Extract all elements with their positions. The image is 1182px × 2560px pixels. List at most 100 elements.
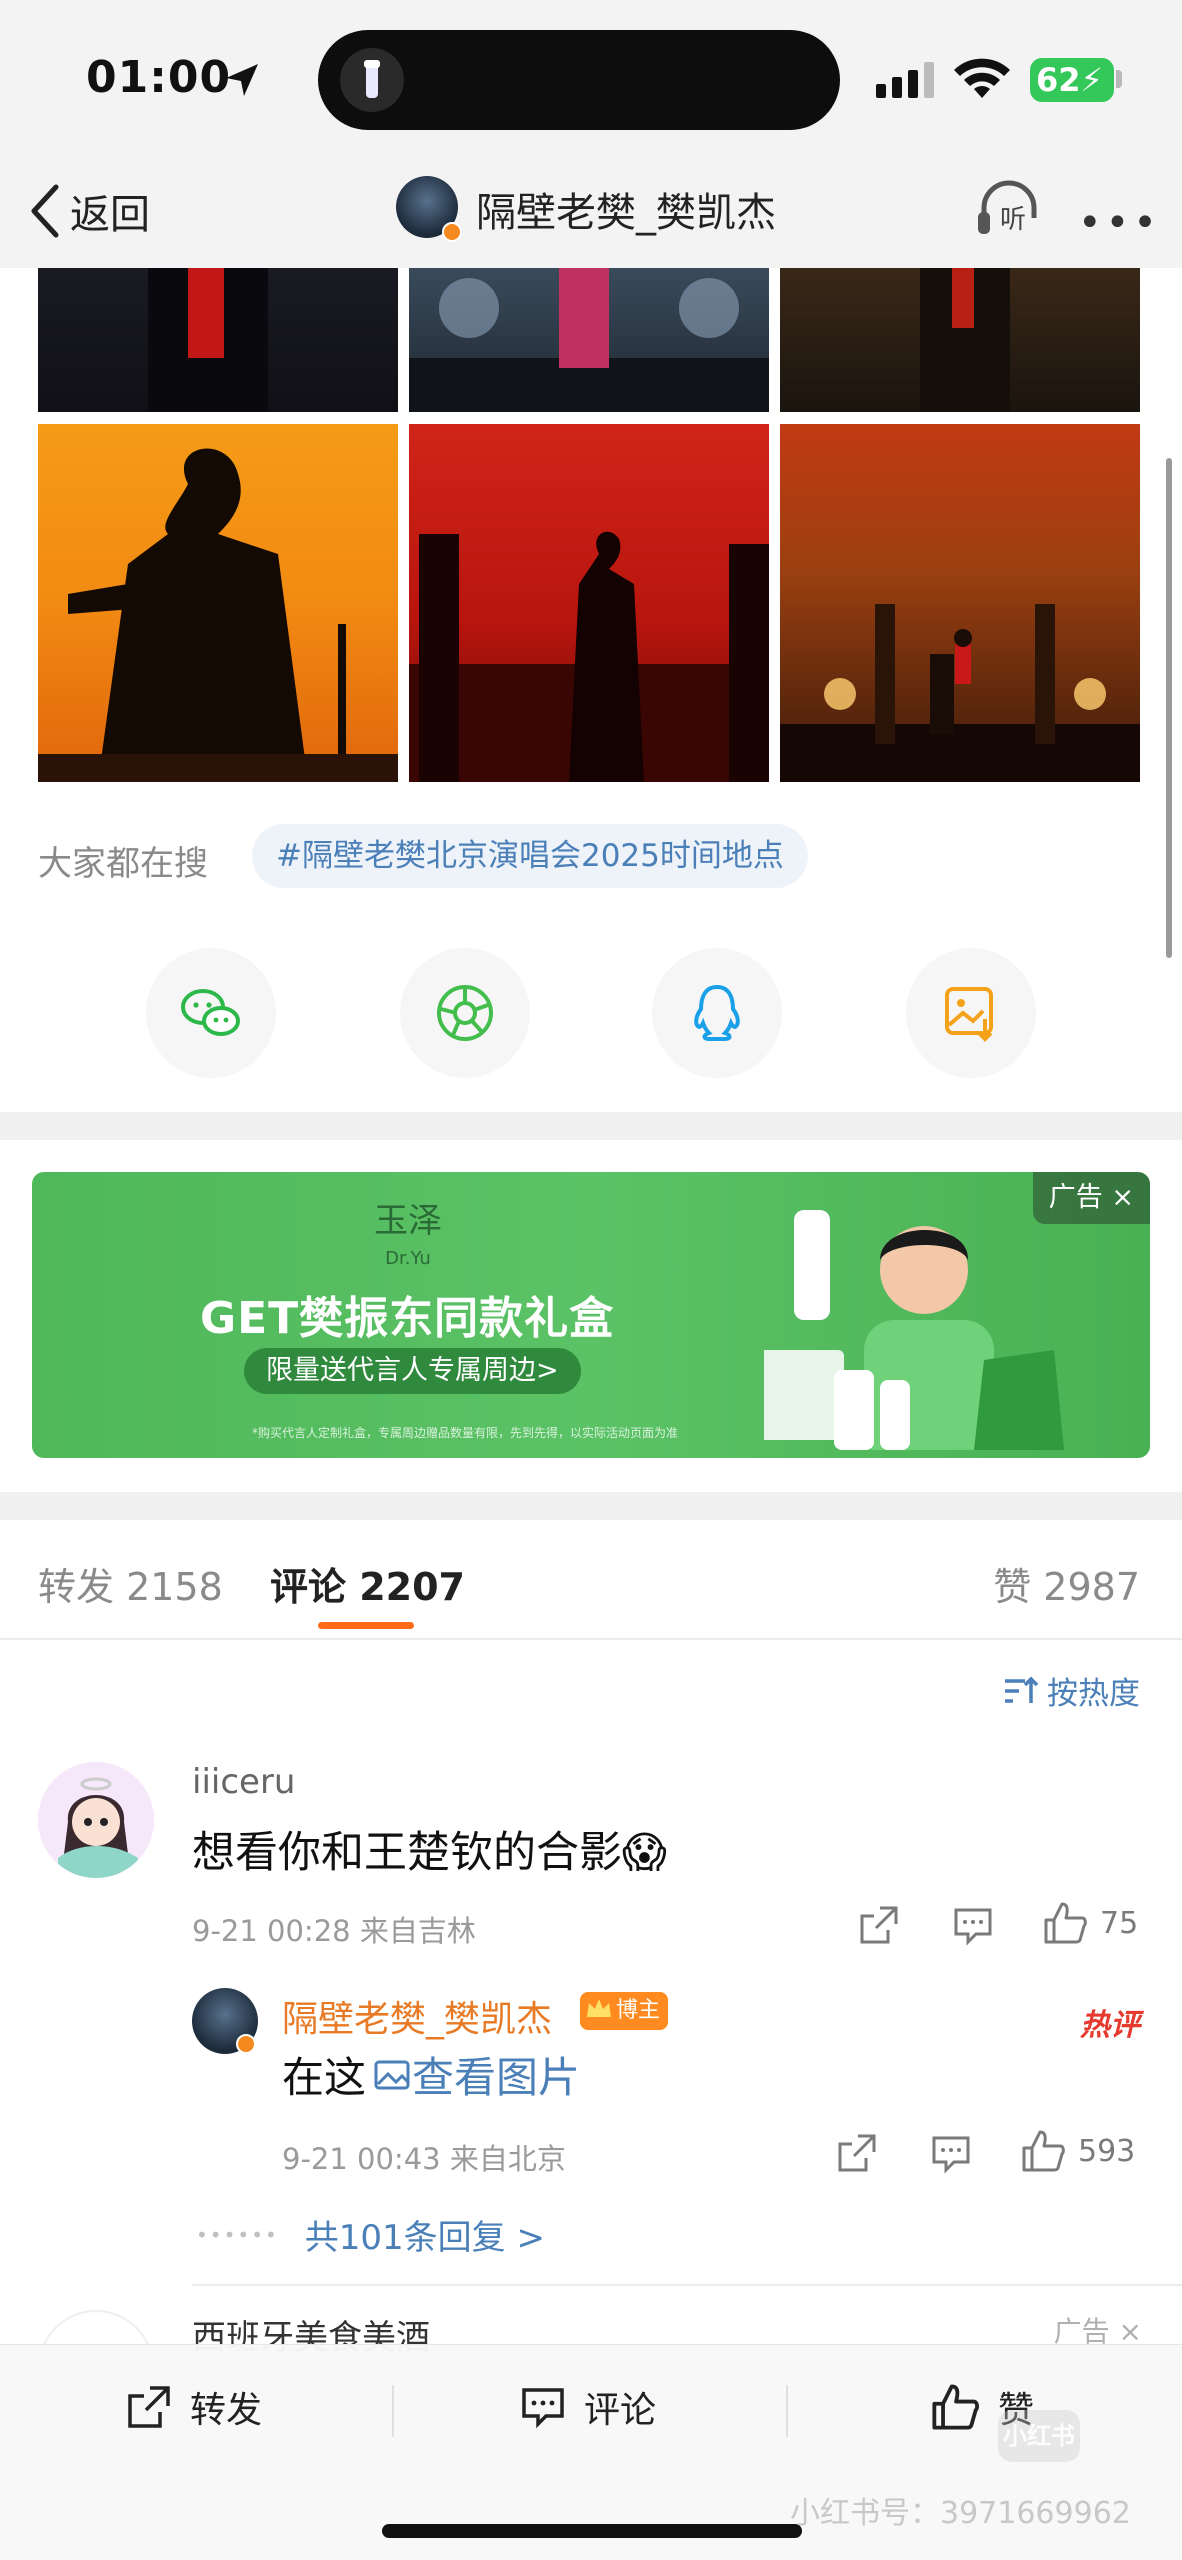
reply-like-count: 593 [1078, 2133, 1136, 2169]
share-out-icon [128, 2386, 170, 2428]
listen-label: 听 [1000, 205, 1026, 235]
tab-repost[interactable]: 转发 2158 [38, 1556, 223, 1611]
save-image-button[interactable] [906, 948, 1036, 1078]
image-icon [374, 2060, 410, 2089]
section-gap [0, 1112, 1182, 1140]
sort-icon [1005, 1676, 1039, 1703]
post-photo-3[interactable] [780, 268, 1140, 412]
chevron-left-icon [31, 184, 59, 238]
thread-dots: •••••• [196, 2222, 279, 2247]
view-image-label: 查看图片 [412, 2053, 581, 2102]
flashlight-icon [340, 48, 404, 112]
post-photo-4[interactable] [38, 424, 398, 782]
battery-indicator: 62⚡ [1030, 58, 1114, 102]
comment-repost-button[interactable] [858, 1904, 900, 1946]
share-wechat-button[interactable] [146, 948, 276, 1078]
more-options-icon[interactable]: ••• [1078, 200, 1161, 246]
comment-divider [192, 2284, 1182, 2286]
tab-like[interactable]: 赞 2987 [993, 1556, 1140, 1611]
comment-text: 想看你和王楚钦的合影😱 [192, 1828, 667, 1878]
thumbs-up-icon [932, 2384, 979, 2430]
headphones-listen-icon[interactable]: 听 [976, 178, 1046, 238]
repost-button[interactable]: 转发 [126, 2381, 262, 2433]
reply-text-body: 在这 [282, 2053, 367, 2102]
watermark-text: 小红书号：3971669962 [790, 2496, 1131, 2531]
reply-text: 在这 查看图片 [282, 2044, 580, 2105]
ad-brand-name-en: Dr.Yu [385, 1248, 431, 1269]
battery-level: 62 [1036, 61, 1081, 99]
thumbs-up-icon [1022, 2130, 1065, 2172]
comment-meta: 9-21 00:28 来自吉林 [192, 1914, 476, 1948]
comment-like-button[interactable]: 75 [1042, 1900, 1138, 1946]
reply-meta: 9-21 00:43 来自北京 [282, 2142, 566, 2176]
more-replies-label: 共101条回复 > [304, 2218, 545, 2258]
comment-bubble-icon [522, 2388, 564, 2429]
ad-close-badge[interactable]: 广告 × [1032, 1172, 1150, 1224]
ad-spokesperson-image [764, 1210, 1064, 1450]
hot-comment-label: 热评 [1080, 2008, 1140, 2043]
ad-brand-name: 玉泽 [374, 1201, 442, 1241]
reply-reply-button[interactable] [930, 2132, 972, 2174]
comment-like-count: 75 [1100, 1905, 1139, 1941]
share-moments-button[interactable] [400, 948, 530, 1078]
separator [786, 2385, 788, 2437]
comment-button[interactable]: 评论 [520, 2381, 656, 2433]
blogger-badge: 博主 [580, 1992, 669, 2030]
comment-bubble-icon [932, 2136, 970, 2174]
share-out-icon [860, 1906, 898, 1944]
comment-bubble-icon [954, 1908, 992, 1946]
charging-bolt-icon: ⚡ [1080, 61, 1103, 99]
view-more-replies-link[interactable]: •••••• 共101条回复 > [196, 2210, 545, 2259]
post-tabs: 转发 2158 评论 2207 赞 2987 [0, 1522, 1182, 1640]
location-arrow-icon [226, 64, 258, 96]
sort-label: 按热度 [1047, 1676, 1140, 1712]
home-indicator[interactable] [382, 2524, 802, 2538]
reply-author-name[interactable]: 隔壁老樊_樊凯杰 [282, 1990, 552, 2042]
crown-icon [587, 1999, 611, 2017]
ad-headline: GET樊振东同款礼盒 [200, 1293, 615, 1344]
status-time: 01:00 [86, 52, 232, 103]
wifi-icon [954, 58, 1010, 98]
post-photo-2[interactable] [409, 268, 769, 412]
cellular-signal-icon [876, 62, 934, 98]
moments-icon [437, 985, 493, 1041]
post-photo-1[interactable] [38, 268, 398, 412]
comment-label: 评论 [584, 2390, 657, 2431]
search-suggestion-tag[interactable]: #隔壁老樊北京演唱会2025时间地点 [252, 824, 808, 888]
verified-badge-icon [236, 2034, 256, 2054]
commenter-avatar[interactable] [38, 1762, 154, 1878]
ad-brand-logo: 玉泽 Dr.Yu [374, 1202, 442, 1278]
verified-badge-icon [442, 222, 462, 242]
ad-fine-print: *购买代言人定制礼盒，专属周边赠品数量有限，先到先得，以实际活动页面为准 [252, 1426, 679, 1440]
back-label: 返回 [70, 192, 150, 238]
top-bar: 01:00 62⚡ 返回 隔壁老樊_樊凯杰 听 ••• [0, 0, 1182, 268]
repost-label: 转发 [190, 2390, 263, 2431]
qq-icon [694, 984, 740, 1041]
commenter-name[interactable]: iiiceru [192, 1762, 295, 1802]
separator [392, 2385, 394, 2437]
reply-like-button[interactable]: 593 [1020, 2128, 1135, 2174]
battery-tip [1116, 70, 1122, 88]
share-qq-button[interactable] [652, 948, 782, 1078]
scrollbar[interactable] [1166, 458, 1172, 958]
post-photo-6[interactable] [780, 424, 1140, 782]
watermark-logo: 小红书 [998, 2410, 1080, 2462]
blogger-badge-label: 博主 [616, 1998, 661, 2023]
ad-cta[interactable]: 限量送代言人专属周边> [244, 1348, 581, 1394]
ad-banner[interactable]: 玉泽 Dr.Yu GET樊振东同款礼盒 限量送代言人专属周边> *购买代言人定制… [32, 1172, 1150, 1458]
post-photo-5[interactable] [409, 424, 769, 782]
tab-comment[interactable]: 评论 2207 [270, 1556, 465, 1611]
comment-reply-button[interactable] [952, 1904, 994, 1946]
search-suggestion-label: 大家都在搜 [38, 844, 208, 884]
sort-by-hot-button[interactable]: 按热度 [1003, 1668, 1140, 1713]
save-image-icon [945, 987, 993, 1042]
thumbs-up-icon [1044, 1902, 1087, 1944]
author-name[interactable]: 隔壁老樊_樊凯杰 [476, 180, 776, 238]
view-image-link[interactable]: 查看图片 [374, 2044, 580, 2105]
reply-repost-button[interactable] [836, 2132, 878, 2174]
section-gap [0, 1492, 1182, 1520]
back-button[interactable]: 返回 [28, 176, 150, 246]
wechat-icon [181, 989, 240, 1036]
share-out-icon [838, 2134, 876, 2172]
active-tab-indicator [318, 1622, 414, 1629]
